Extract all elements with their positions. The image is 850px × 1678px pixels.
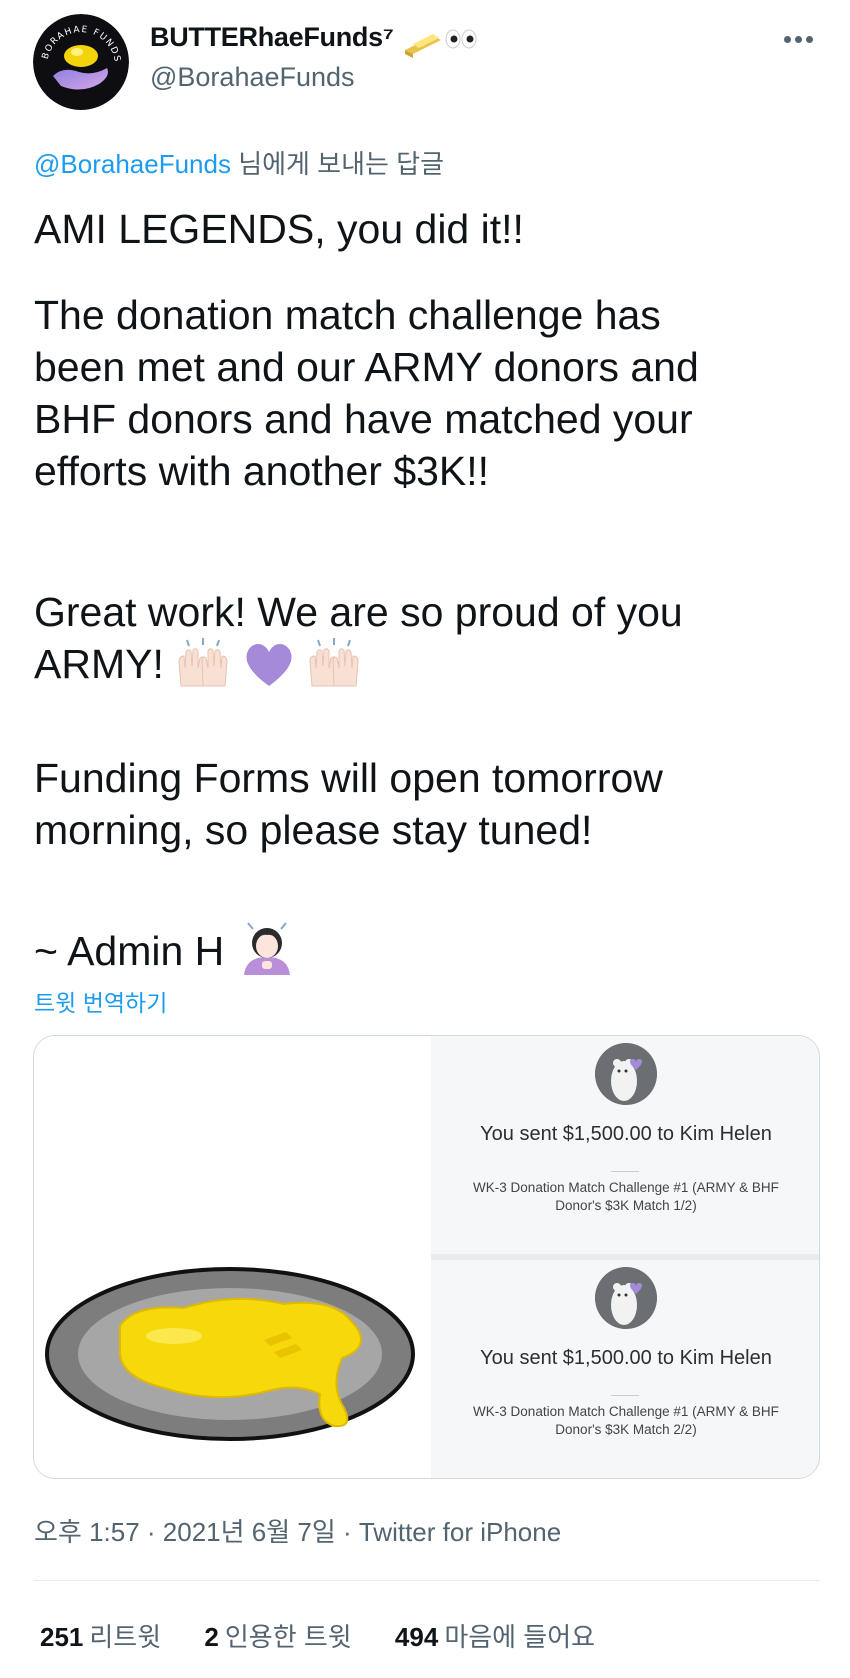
payment-note-line: WK-3 Donation Match Challenge #1 (ARMY &… bbox=[473, 1404, 779, 1419]
tweet-line: ~ Admin H bbox=[34, 928, 225, 974]
likes-label: 마음에 들어요 bbox=[444, 1622, 596, 1652]
tweet-line: ARMY! bbox=[34, 641, 164, 687]
payment-note-line: WK-3 Donation Match Challenge #1 (ARMY &… bbox=[473, 1180, 779, 1195]
payment-card[interactable]: You sent $1,500.00 to Kim Helen WK-3 Don… bbox=[431, 1036, 819, 1254]
author-handle[interactable]: @BorahaeFunds bbox=[150, 62, 355, 93]
quotes-stat[interactable]: 2 인용한 트윗 bbox=[204, 1617, 351, 1654]
payment-note: WK-3 Donation Match Challenge #1 (ARMY &… bbox=[451, 1179, 801, 1215]
payment-note-line: Donor's $3K Match 1/2) bbox=[555, 1198, 697, 1213]
bear-avatar-icon bbox=[595, 1043, 657, 1105]
payment-note: WK-3 Donation Match Challenge #1 (ARMY &… bbox=[451, 1403, 801, 1439]
likes-stat[interactable]: 494 마음에 들어요 bbox=[395, 1617, 595, 1654]
payment-card[interactable]: You sent $1,500.00 to Kim Helen WK-3 Don… bbox=[431, 1260, 819, 1478]
raising-hands-emoji bbox=[175, 638, 231, 702]
borahae-logo-icon: BORAHAE FUNDS bbox=[33, 14, 129, 110]
retweets-stat[interactable]: 251 리트윗 bbox=[40, 1617, 161, 1654]
tweet-line: Great work! We are so proud of you bbox=[34, 589, 683, 635]
eyes-emoji bbox=[445, 29, 477, 49]
retweets-count: 251 bbox=[40, 1622, 84, 1652]
retweets-label: 리트윗 bbox=[89, 1622, 162, 1652]
tweet-line-army: ARMY! bbox=[34, 637, 362, 702]
payment-divider bbox=[611, 1171, 639, 1172]
likes-count: 494 bbox=[394, 1622, 439, 1652]
quotes-count: 2 bbox=[204, 1622, 219, 1652]
name-emojis bbox=[403, 22, 483, 58]
purple-heart-emoji bbox=[243, 640, 295, 702]
tweet-line: AMI LEGENDS, you did it!! bbox=[34, 206, 524, 252]
translate-tweet-link[interactable]: 트윗 번역하기 bbox=[34, 984, 167, 1018]
more-options-icon[interactable] bbox=[784, 36, 814, 46]
tweet-timestamp[interactable]: 오후 1:57 · 2021년 6월 7일 · Twitter for iPho… bbox=[34, 1512, 561, 1549]
payment-divider bbox=[611, 1395, 639, 1396]
payment-note-line: Donor's $3K Match 2/2) bbox=[555, 1422, 697, 1437]
replying-to: @BorahaeFunds 님에게 보내는 답글 bbox=[34, 144, 444, 181]
tweet-line: BHF donors and have matched your bbox=[34, 396, 693, 442]
tweet-header: BORAHAE FUNDS BUTTERhaeFunds⁷ @BorahaeFu… bbox=[0, 0, 850, 120]
payment-screenshots: You sent $1,500.00 to Kim Helen WK-3 Don… bbox=[431, 1036, 819, 1478]
tweet-line: efforts with another $3K!! bbox=[34, 448, 490, 494]
author-display-name[interactable]: BUTTERhaeFunds⁷ bbox=[150, 22, 394, 53]
divider bbox=[34, 1580, 820, 1581]
tweet-line: been met and our ARMY donors and bbox=[34, 344, 699, 390]
tweet-line: Funding Forms will open tomorrow bbox=[34, 755, 663, 801]
butter-emoji bbox=[405, 34, 441, 58]
butter-plate-image[interactable] bbox=[34, 1036, 428, 1478]
person-emoji bbox=[236, 917, 298, 989]
tweet-line-admin: ~ Admin H bbox=[34, 917, 298, 989]
reply-suffix: 님에게 보내는 답글 bbox=[230, 149, 444, 179]
quotes-label: 인용한 트윗 bbox=[224, 1622, 352, 1652]
tweet-line: The donation match challenge has bbox=[34, 292, 661, 338]
bear-avatar-icon bbox=[595, 1267, 657, 1329]
raising-hands-emoji bbox=[306, 638, 362, 702]
payment-title: You sent $1,500.00 to Kim Helen bbox=[480, 1347, 772, 1369]
author-avatar[interactable]: BORAHAE FUNDS bbox=[33, 14, 129, 110]
payment-title: You sent $1,500.00 to Kim Helen bbox=[480, 1123, 772, 1145]
engagement-stats: 251 리트윗 2 인용한 트윗 494 마음에 들어요 bbox=[40, 1617, 631, 1654]
tweet-line: morning, so please stay tuned! bbox=[34, 807, 593, 853]
reply-mention-link[interactable]: @BorahaeFunds bbox=[34, 149, 231, 179]
media-grid: You sent $1,500.00 to Kim Helen WK-3 Don… bbox=[33, 1035, 820, 1479]
